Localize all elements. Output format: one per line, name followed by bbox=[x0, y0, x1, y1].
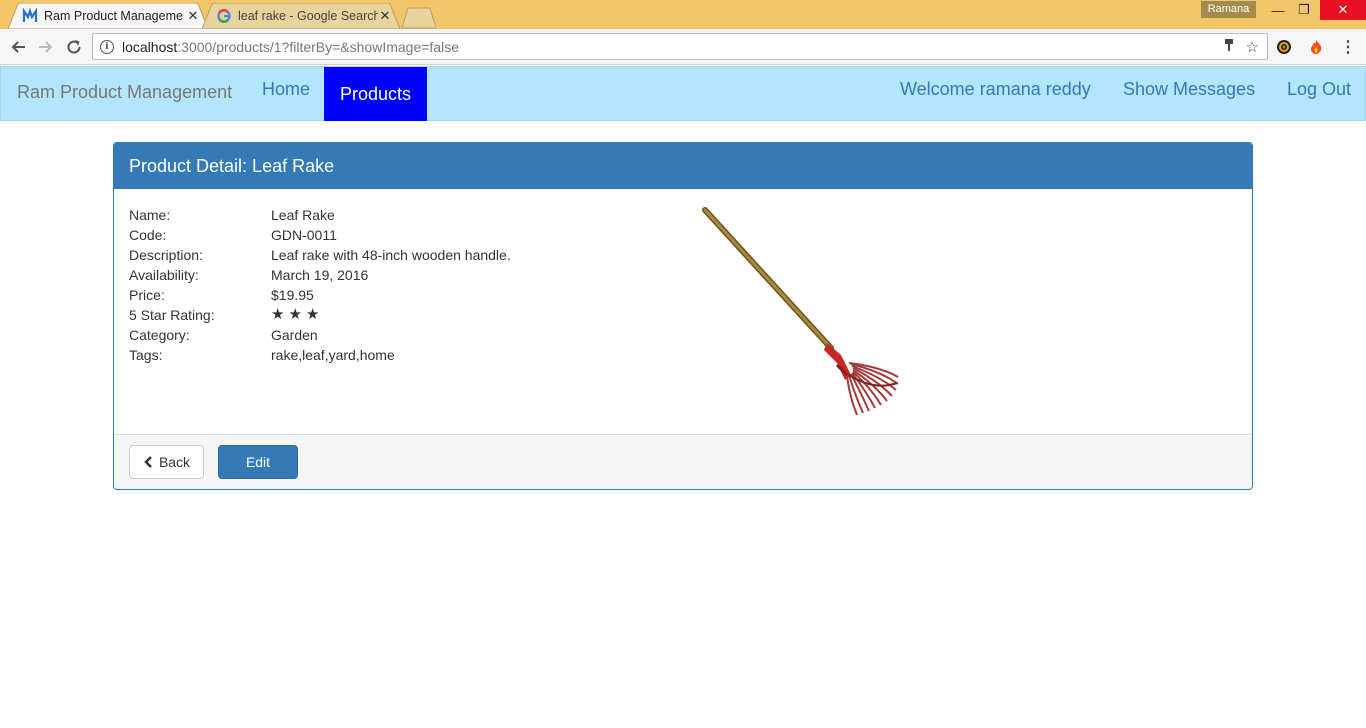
field-value: Leaf rake with 48-inch wooden handle. bbox=[271, 247, 511, 263]
panel-body: Name: Leaf Rake Code: GDN-0011 Descripti… bbox=[114, 189, 1252, 435]
product-image bbox=[702, 207, 899, 416]
field-value: rake,leaf,yard,home bbox=[271, 347, 395, 363]
reload-icon[interactable] bbox=[64, 37, 84, 57]
field-label: Price: bbox=[129, 287, 165, 303]
tab-title: leaf rake - Google Search bbox=[238, 9, 378, 23]
url-text: localhost:3000/products/1?filterBy=&show… bbox=[122, 38, 459, 55]
field-label: 5 Star Rating: bbox=[129, 307, 215, 323]
menu-icon[interactable]: ⋮ bbox=[1339, 38, 1357, 56]
window-close-icon[interactable]: ✕ bbox=[1320, 0, 1366, 20]
field-value: Leaf Rake bbox=[271, 207, 335, 223]
back-arrow-icon[interactable] bbox=[8, 37, 28, 57]
tab-title: Ram Product Manageme bbox=[44, 9, 183, 23]
key-icon[interactable] bbox=[1224, 38, 1234, 56]
panel-footer: Back Edit bbox=[114, 435, 1252, 489]
field-value: $19.95 bbox=[271, 287, 314, 303]
star-icon: ★ bbox=[305, 306, 320, 323]
restore-icon[interactable]: ❐ bbox=[1285, 0, 1323, 20]
field-tags-row: Tags: rake,leaf,yard,home bbox=[129, 345, 395, 365]
panel-heading: Product Detail: Leaf Rake bbox=[114, 143, 1252, 189]
field-value: GDN-0011 bbox=[271, 227, 337, 243]
field-code-row: Code: GDN-0011 bbox=[129, 225, 337, 245]
brand-link[interactable]: Ram Product Management bbox=[17, 82, 232, 103]
field-label: Name: bbox=[129, 207, 171, 223]
extension-icon[interactable] bbox=[1275, 38, 1293, 56]
field-label: Code: bbox=[129, 227, 167, 243]
close-tab-icon[interactable]: ✕ bbox=[378, 8, 392, 24]
info-icon[interactable]: i bbox=[100, 39, 114, 54]
app-logo-icon bbox=[22, 8, 38, 24]
tab-active[interactable]: Ram Product Manageme ✕ bbox=[8, 3, 208, 29]
back-button[interactable]: Back bbox=[129, 445, 204, 479]
welcome-user-link[interactable]: Welcome ramana reddy bbox=[900, 79, 1091, 100]
field-label: Description: bbox=[129, 247, 203, 263]
field-label: Category: bbox=[129, 327, 190, 343]
google-icon bbox=[216, 8, 232, 24]
edit-button[interactable]: Edit bbox=[218, 445, 298, 479]
star-rating: ★ ★ ★ bbox=[271, 305, 319, 325]
tab-inactive[interactable]: leaf rake - Google Search ✕ bbox=[202, 3, 400, 29]
field-label: Availability: bbox=[129, 267, 199, 283]
star-icon: ★ bbox=[288, 306, 302, 323]
field-description-row: Description: Leaf rake with 48-inch wood… bbox=[129, 245, 511, 265]
chevron-left-icon bbox=[143, 456, 153, 468]
address-bar[interactable]: i localhost:3000/products/1?filterBy=&sh… bbox=[92, 33, 1268, 60]
back-button-label: Back bbox=[158, 454, 191, 470]
browser-titlebar: Ram Product Manageme ✕ leaf rake - Googl… bbox=[0, 0, 1366, 29]
profile-badge[interactable]: Ramana bbox=[1201, 1, 1256, 18]
browser-toolbar: i localhost:3000/products/1?filterBy=&sh… bbox=[0, 29, 1366, 65]
field-price-row: Price: $19.95 bbox=[129, 285, 314, 305]
nav-products-link[interactable]: Products bbox=[324, 67, 428, 121]
field-name-row: Name: Leaf Rake bbox=[129, 205, 335, 225]
logout-link[interactable]: Log Out bbox=[1287, 79, 1351, 100]
product-detail-panel: Product Detail: Leaf Rake Name: Leaf Rak… bbox=[113, 142, 1253, 490]
nav-home-link[interactable]: Home bbox=[262, 79, 310, 100]
field-value: March 19, 2016 bbox=[271, 267, 369, 283]
star-icon: ★ bbox=[271, 306, 285, 323]
field-value: Garden bbox=[271, 327, 318, 343]
app-navbar: Ram Product Management Home Products Wel… bbox=[0, 66, 1366, 121]
field-availability-row: Availability: March 19, 2016 bbox=[129, 265, 368, 285]
bookmark-star-icon[interactable]: ☆ bbox=[1246, 38, 1259, 56]
new-tab-button[interactable] bbox=[400, 7, 438, 29]
forward-arrow-icon[interactable] bbox=[36, 37, 56, 57]
field-label: Tags: bbox=[129, 347, 163, 363]
show-messages-link[interactable]: Show Messages bbox=[1123, 79, 1255, 100]
field-rating-row: 5 Star Rating: ★ ★ ★ bbox=[129, 305, 319, 325]
close-tab-icon[interactable]: ✕ bbox=[186, 8, 200, 24]
edit-button-label: Edit bbox=[245, 454, 271, 470]
field-category-row: Category: Garden bbox=[129, 325, 318, 345]
extension-fire-icon[interactable] bbox=[1307, 38, 1325, 56]
